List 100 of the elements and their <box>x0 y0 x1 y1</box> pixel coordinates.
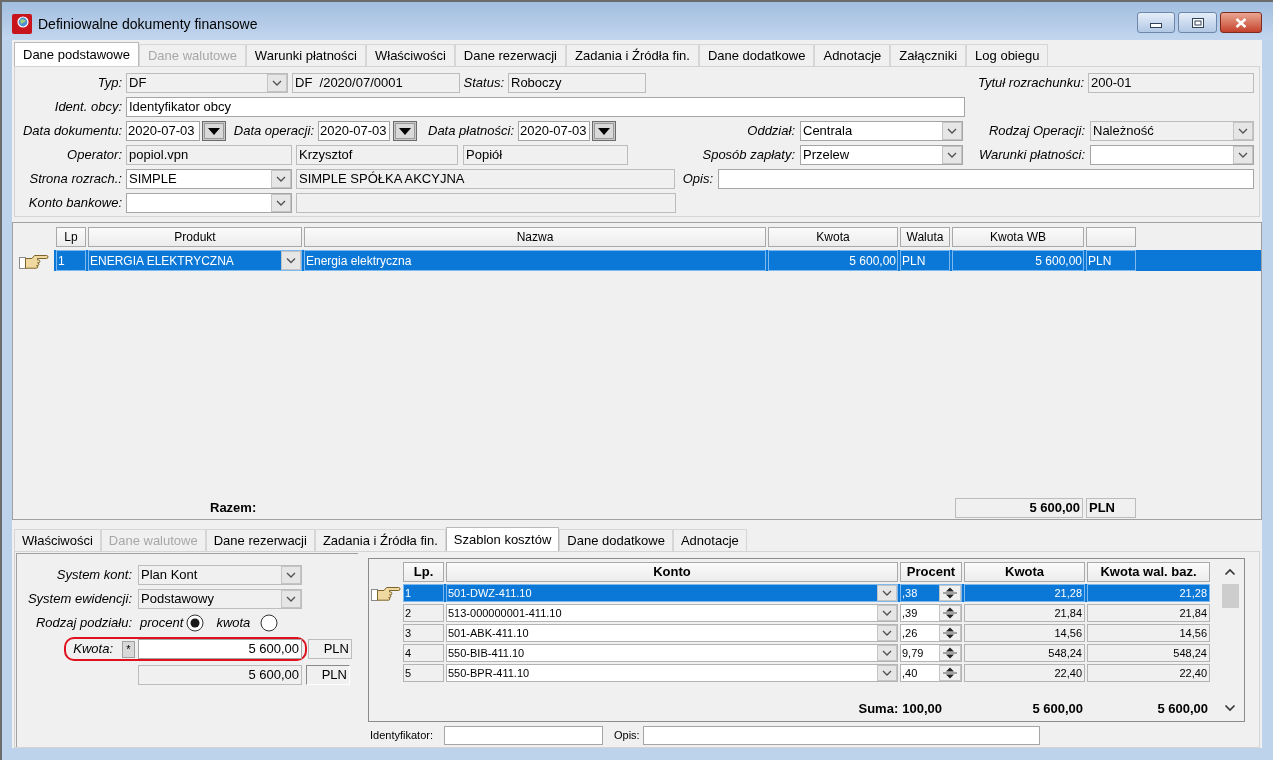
sum-value: 100,00 <box>902 700 942 719</box>
table-cell: 14,56 <box>964 624 1085 642</box>
date-field[interactable]: 2020-07-03 <box>318 121 390 141</box>
combo-box[interactable]: SIMPLE <box>126 169 292 189</box>
maximize-button[interactable] <box>1178 12 1217 33</box>
combo-box[interactable]: Podstawowy <box>138 589 302 609</box>
input-field[interactable] <box>643 726 1040 745</box>
field-label: Typ: <box>96 74 123 93</box>
minimize-button[interactable] <box>1137 12 1175 33</box>
text-field[interactable]: Krzysztof <box>296 145 458 165</box>
table-row[interactable]: 2 513-000000001-411.10 ,39 21,84 21,84 <box>403 604 1210 622</box>
text-field[interactable]: 200-01 <box>1088 73 1254 93</box>
text-field[interactable]: SIMPLE SPÓŁKA AKCYJNA <box>296 169 675 189</box>
combo-box[interactable]: DF <box>126 73 288 93</box>
input-field[interactable] <box>444 726 603 745</box>
date-field[interactable]: 2020-07-03 <box>518 121 590 141</box>
field-label: Strona rozrach.: <box>28 170 123 189</box>
tab[interactable]: Adnotacje <box>814 44 891 66</box>
tab[interactable]: Zadania i Źródła fin. <box>566 44 699 66</box>
field-label: Operator: <box>66 146 123 165</box>
text-field[interactable]: 5 600,00 <box>138 665 302 685</box>
table-cell: Energia elektryczna <box>304 250 766 271</box>
table-row[interactable]: 1 ENERGIA ELEKTRYCZNA Energia elektryczna 5 600,00 PLN 5 600,00 PLN <box>54 250 1261 271</box>
text-field[interactable]: Identyfikator obcy <box>126 97 965 117</box>
up-down-arrows-icon[interactable] <box>939 645 961 661</box>
field-label: Sposób zapłaty: <box>701 146 796 165</box>
table-cell: 1 <box>56 250 86 271</box>
chevron-down-icon[interactable] <box>1224 704 1236 712</box>
combo-box[interactable]: ENERGIA ELEKTRYCZNA <box>88 250 302 271</box>
radio-button[interactable] <box>260 614 279 632</box>
tab[interactable]: Dane rezerwacji <box>205 529 315 551</box>
text-field[interactable]: popiol.vpn <box>126 145 292 165</box>
text-field[interactable]: Roboczy <box>508 73 646 93</box>
spin-box[interactable]: ,40 <box>900 664 962 682</box>
date-field[interactable]: 2020-07-03 <box>126 121 200 141</box>
column-header: Konto <box>446 562 898 582</box>
field-label: Data dokumentu: <box>22 122 123 141</box>
total-label: Razem: <box>210 499 257 518</box>
field-label: System kont: <box>55 566 133 585</box>
tab[interactable]: Dane dodatkowe <box>698 44 815 66</box>
combo-box[interactable]: 513-000000001-411.10 <box>446 604 898 622</box>
tab[interactable]: Szablon kosztów <box>445 527 560 551</box>
text-field[interactable]: Popiół <box>463 145 628 165</box>
table-row[interactable]: 1 501-DWZ-411.10 ,38 21,28 21,28 <box>403 584 1210 602</box>
table-cell: 21,84 <box>964 604 1085 622</box>
text-field[interactable]: DF /2020/07/0001 <box>292 73 460 93</box>
combo-box[interactable]: 550-BPR-411.10 <box>446 664 898 682</box>
total-currency: PLN <box>1086 498 1136 518</box>
scrollbar-thumb[interactable] <box>1221 584 1239 608</box>
tab[interactable]: Dane dodatkowe <box>559 529 673 551</box>
chevron-up-icon[interactable] <box>1224 568 1236 576</box>
sum-value: 5 600,00 <box>1032 700 1083 719</box>
spin-box[interactable]: ,38 <box>900 584 962 602</box>
spin-box[interactable]: 9,79 <box>900 644 962 662</box>
total-amount: 5 600,00 <box>955 498 1083 518</box>
table-row[interactable]: 4 550-BIB-411.10 9,79 548,24 548,24 <box>403 644 1210 662</box>
combo-box[interactable]: 501-DWZ-411.10 <box>446 584 898 602</box>
triangle-down-icon[interactable] <box>202 121 226 141</box>
spin-box[interactable]: ,39 <box>900 604 962 622</box>
up-down-arrows-icon[interactable] <box>939 605 961 621</box>
close-button[interactable] <box>1220 12 1262 33</box>
tab[interactable]: Załączniki <box>890 44 967 66</box>
tab[interactable]: Dane rezerwacji <box>454 44 566 66</box>
combo-box[interactable]: Centrala <box>800 121 963 141</box>
up-down-arrows-icon[interactable] <box>939 585 961 601</box>
tab[interactable]: Log obiegu <box>966 44 1049 66</box>
tab[interactable]: Dane podstawowe <box>14 42 139 66</box>
combo-box[interactable]: Plan Kont <box>138 565 302 585</box>
combo-box[interactable]: 501-ABK-411.10 <box>446 624 898 642</box>
maximize-icon <box>1191 17 1204 28</box>
triangle-down-icon[interactable] <box>592 121 616 141</box>
tab[interactable]: Właściwości <box>14 529 101 551</box>
text-field[interactable]: 5 600,00 <box>138 639 302 659</box>
text-field[interactable] <box>296 193 676 213</box>
table-row[interactable]: 3 501-ABK-411.10 ,26 14,56 14,56 <box>403 624 1210 642</box>
column-header: Waluta <box>900 227 950 247</box>
text-field[interactable]: PLN <box>308 639 352 659</box>
field-label: Konto bankowe: <box>27 194 123 213</box>
text-field[interactable] <box>718 169 1254 189</box>
sum-label: Suma: <box>858 700 899 719</box>
tab[interactable]: Właściwości <box>366 44 455 66</box>
radio-button[interactable] <box>186 614 205 632</box>
asterisk-button[interactable]: * <box>122 640 135 658</box>
combo-box[interactable]: 550-BIB-411.10 <box>446 644 898 662</box>
table-row[interactable]: 5 550-BPR-411.10 ,40 22,40 22,40 <box>403 664 1210 682</box>
text-field[interactable]: PLN <box>306 665 350 685</box>
tab[interactable]: Zadania i Źródła fin. <box>314 529 446 551</box>
triangle-down-icon[interactable] <box>393 121 417 141</box>
minimize-icon <box>1150 22 1162 28</box>
tab[interactable]: Warunki płatności <box>245 44 366 66</box>
window-title: Definiowalne dokumenty finansowe <box>38 15 258 33</box>
table-cell: 5 <box>403 664 444 682</box>
up-down-arrows-icon[interactable] <box>939 625 961 641</box>
up-down-arrows-icon[interactable] <box>939 665 961 681</box>
combo-box[interactable]: Przelew <box>800 145 963 165</box>
tab[interactable]: Adnotacje <box>672 529 747 551</box>
spin-box[interactable]: ,26 <box>900 624 962 642</box>
column-header: Produkt <box>88 227 302 247</box>
table-cell: PLN <box>1086 250 1136 271</box>
combo-box[interactable]: Należność <box>1090 121 1254 141</box>
